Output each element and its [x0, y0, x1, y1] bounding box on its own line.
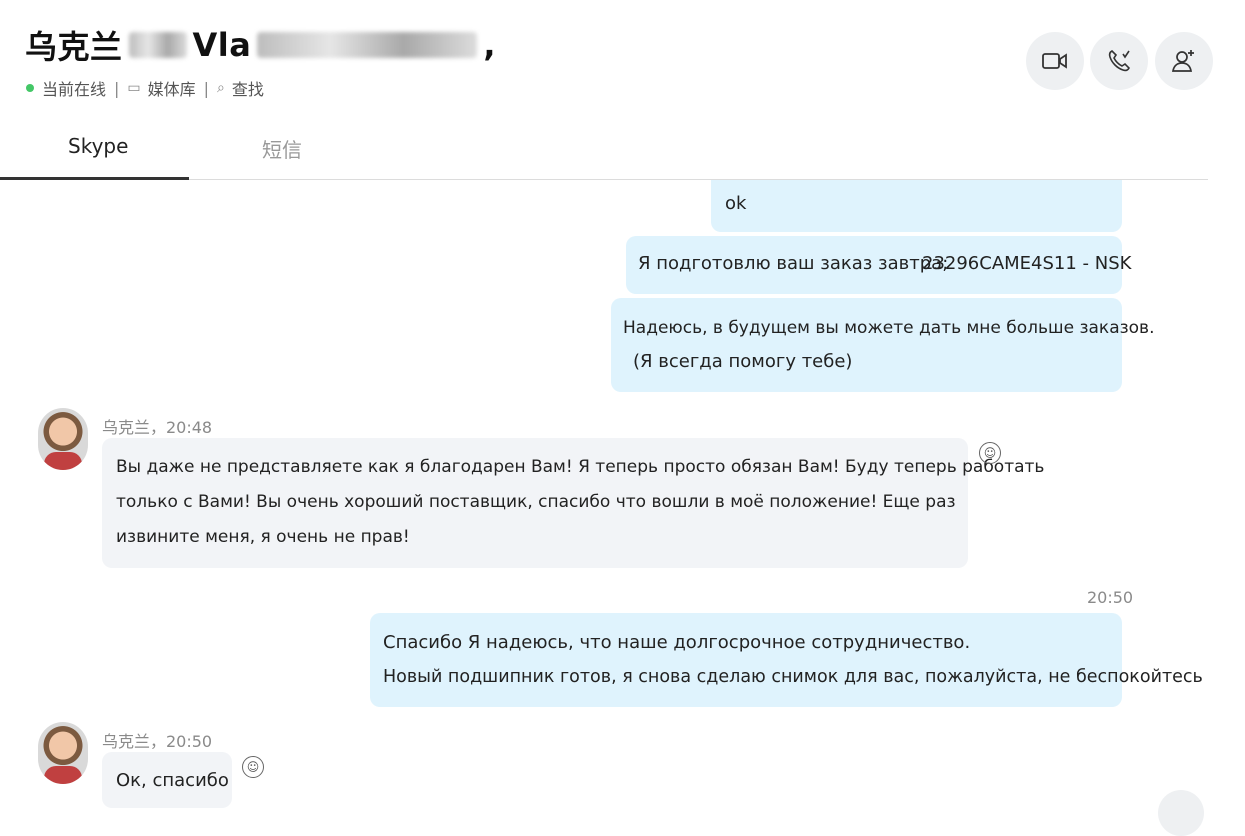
message-text: Вы даже не представляете как я благодаре… — [116, 457, 1045, 477]
message-text: Надеюсь, в будущем вы можете дать мне бо… — [623, 318, 1155, 338]
message-bubble-incoming[interactable]: Ок, спасибо — [102, 752, 232, 808]
audio-call-button[interactable] — [1090, 32, 1148, 90]
message-bubble-outgoing[interactable]: ok — [711, 180, 1122, 232]
divider: | — [114, 78, 120, 98]
message-bubble-outgoing[interactable]: Я подготовлю ваш заказ завтра; 23296CAME… — [626, 236, 1131, 294]
contact-name-visible: Vla — [192, 26, 252, 64]
message-bubble-incoming[interactable]: Вы даже не представляете как я благодаре… — [102, 438, 1044, 568]
tab-sms[interactable]: 短信 — [262, 134, 302, 163]
avatar[interactable] — [38, 722, 88, 784]
avatar-shirt — [44, 452, 82, 470]
divider: | — [203, 78, 210, 98]
message-text: только с Вами! Вы очень хороший поставщи… — [116, 492, 956, 512]
sender-timestamp: 乌克兰，20:48 — [102, 418, 213, 437]
scroll-down-button[interactable] — [1158, 790, 1204, 836]
media-gallery-link[interactable]: 媒体库 — [148, 76, 196, 100]
message-text: (Я всегда помогу тебе) — [633, 351, 853, 372]
redacted-name-part — [257, 32, 478, 58]
search-icon: ⌕ — [217, 80, 225, 96]
message-text: Новый подшипник готов, я снова сделаю сн… — [383, 667, 1203, 687]
add-contact-icon — [1171, 50, 1194, 72]
media-gallery-icon: ▭ — [127, 80, 141, 96]
redacted-name-part — [128, 32, 187, 58]
avatar[interactable] — [38, 408, 88, 470]
tab-skype[interactable]: Skype — [68, 134, 128, 158]
message-text: Спасибо Я надеюсь, что наше долгосрочное… — [383, 632, 971, 653]
message-bubble-outgoing[interactable]: Надеюсь, в будущем вы можете дать мне бо… — [611, 298, 1154, 392]
online-status-icon — [26, 84, 34, 92]
chat-header: 乌克兰 Vla , 当前在线 | ▭ 媒体库 | ⌕ 查找 Skype 短信 — [0, 0, 1245, 180]
contact-name[interactable]: 乌克兰 Vla , — [25, 22, 496, 68]
active-tab-indicator — [0, 177, 189, 180]
video-camera-icon — [1042, 53, 1067, 69]
message-timestamp: 20:50 — [1087, 588, 1134, 607]
avatar-shirt — [44, 766, 82, 784]
react-emoji-icon[interactable]: ☺ — [979, 442, 1001, 464]
contact-name-prefix: 乌克兰 — [25, 28, 123, 66]
message-text: Я подготовлю ваш заказ завтра; — [638, 253, 949, 274]
video-call-button[interactable] — [1026, 32, 1084, 90]
order-code: 23296CAME4S11 - NSK — [922, 253, 1132, 274]
add-people-button[interactable] — [1155, 32, 1213, 90]
sender-timestamp: 乌克兰，20:50 — [102, 732, 213, 751]
tab-bar: Skype 短信 — [0, 128, 1208, 180]
contact-name-suffix: , — [483, 26, 496, 64]
message-text: извините меня, я очень не прав! — [116, 527, 410, 547]
online-status-text: 当前在线 — [42, 80, 107, 99]
react-emoji-icon[interactable]: ☺ — [242, 756, 264, 778]
contact-status-bar: 当前在线 | ▭ 媒体库 | ⌕ 查找 — [26, 76, 264, 100]
message-text: Ок, спасибо — [116, 770, 229, 791]
message-bubble-outgoing[interactable]: Спасибо Я надеюсь, что наше долгосрочное… — [370, 613, 1203, 707]
message-text: ok — [725, 193, 747, 214]
phone-call-icon — [1108, 50, 1130, 72]
find-link[interactable]: 查找 — [232, 76, 264, 100]
